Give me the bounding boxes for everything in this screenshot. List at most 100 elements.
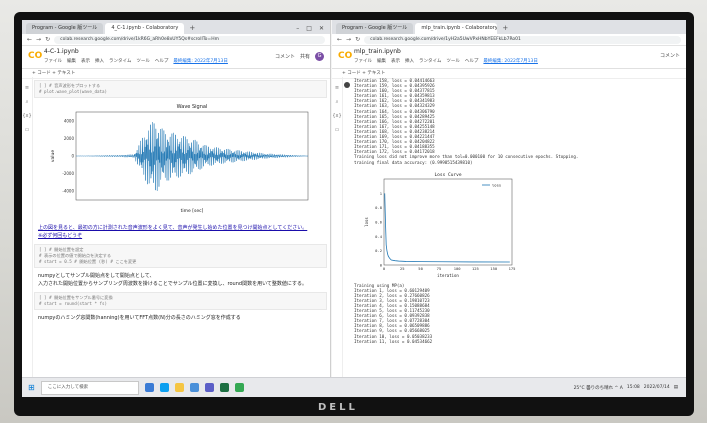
monitor-screen: Program - Google 版ツール 4_C-1.ipynb - Cola… <box>22 20 686 397</box>
menu-insert[interactable]: 挿入 <box>95 58 104 64</box>
last-edited-link[interactable]: 最終編集: 2022年7月13日 <box>173 58 228 64</box>
x-tick-label: 0 <box>383 266 386 271</box>
chrome-icon[interactable] <box>234 383 244 392</box>
code-cell[interactable]: [ ] # 音声波形をプロットする # plot.wave_plot(wave_… <box>34 80 327 98</box>
avatar[interactable]: G <box>315 52 324 61</box>
toc-icon[interactable]: ≡ <box>332 85 342 91</box>
comment-button[interactable]: コメント <box>660 52 680 59</box>
menu-help[interactable]: ヘルプ <box>155 58 169 64</box>
log-top: Iteration 158, loss = 0.04414663 Iteratio… <box>354 78 683 165</box>
clock-date[interactable]: 2022/07/14 <box>644 385 670 390</box>
x-tick-label: 150 <box>490 266 498 271</box>
menu-help[interactable]: ヘルプ <box>465 58 479 64</box>
left-tab-2[interactable]: 4_C-1.ipynb - Colaboratory <box>105 23 185 34</box>
y-tick-label: 0 <box>71 154 74 159</box>
left-tab-strip: Program - Google 版ツール 4_C-1.ipynb - Cola… <box>22 20 330 34</box>
share-button[interactable]: 共有 <box>300 53 310 60</box>
reload-icon[interactable]: ↻ <box>355 36 360 43</box>
menu-file[interactable]: ファイル <box>44 58 62 64</box>
left-tab-1[interactable]: Program - Google 版ツール <box>26 23 104 34</box>
y-tick-label: 4000 <box>64 118 75 123</box>
y-tick-label: 1 <box>380 190 383 195</box>
menu-tools[interactable]: ツール <box>446 58 460 64</box>
menu-runtime[interactable]: ランタイム <box>109 58 131 64</box>
notebook-title[interactable]: 4-C-1.ipynb <box>44 48 79 55</box>
toc-icon[interactable]: ≡ <box>22 85 32 91</box>
comment-button[interactable]: コメント <box>275 53 295 60</box>
x-tick-label: 75 <box>437 266 442 271</box>
menu-file[interactable]: ファイル <box>354 58 372 64</box>
right-tab-2[interactable]: mlp_train.ipynb - Colaboratory <box>415 23 498 34</box>
left-sidebar: ≡ ⌕ {x} ▭ <box>22 77 33 377</box>
reload-icon[interactable]: ↻ <box>45 36 50 43</box>
menu-edit[interactable]: 編集 <box>67 58 76 64</box>
excel-icon[interactable] <box>219 383 229 392</box>
left-address-input[interactable]: colab.research.google.com/drive/1kR6G_aR… <box>54 35 325 44</box>
tray-status[interactable]: 25°C 曇りのち晴れ ^ A <box>574 385 623 391</box>
minimize-icon[interactable]: – <box>296 23 299 34</box>
files-icon[interactable]: ▭ <box>332 127 342 133</box>
variables-icon[interactable]: {x} <box>332 113 342 119</box>
loss-curve-svg: Loss Curveiterationloss00.20.40.60.810 25… <box>364 172 516 278</box>
menu-edit[interactable]: 編集 <box>377 58 386 64</box>
x-tick-label: 175 <box>509 266 516 271</box>
windows-start-icon[interactable]: ⊞ <box>28 383 35 392</box>
notebook-title[interactable]: mlp_train.ipynb <box>354 48 401 55</box>
search-icon[interactable]: ⌕ <box>332 99 342 105</box>
variables-icon[interactable]: {x} <box>22 113 32 119</box>
legend-label: loss <box>492 182 501 187</box>
forward-icon[interactable]: → <box>36 36 41 43</box>
right-browser-window: Program - Google 版ツール mlp_train.ipynb - … <box>332 20 686 377</box>
new-tab-icon[interactable]: + <box>186 23 198 34</box>
clock-time[interactable]: 15:08 <box>627 385 640 390</box>
markdown-cell: 上の図を見ると、最初の方に計測された音声波形をよく見て、音声が発生し始めた位置を… <box>38 225 308 239</box>
search-icon[interactable]: ⌕ <box>22 99 32 105</box>
taskbar-search-input[interactable]: ここに入力して検索 <box>40 380 139 395</box>
files-icon[interactable]: ▭ <box>22 127 32 133</box>
y-tick-label: -4000 <box>62 189 74 194</box>
y-tick-label: 0.2 <box>375 248 382 253</box>
y-tick-label: 0.8 <box>375 205 383 210</box>
edge-icon[interactable] <box>159 383 169 392</box>
run-cell-icon[interactable] <box>344 82 350 88</box>
right-header-actions: コメント <box>660 52 680 59</box>
close-icon[interactable]: ✕ <box>319 23 324 34</box>
notification-icon[interactable]: ▤ <box>674 385 678 390</box>
y-tick-label: 0.6 <box>375 219 383 224</box>
plot-frame <box>383 178 513 265</box>
teams-icon[interactable] <box>204 383 214 392</box>
right-tab-strip: Program - Google 版ツール mlp_train.ipynb - … <box>332 20 686 34</box>
x-tick-label: 125 <box>472 266 479 271</box>
system-tray: 25°C 曇りのち晴れ ^ A 15:08 2022/07/14 ▤ <box>574 385 686 391</box>
code-cell[interactable]: [ ] # 開始位置をサンプル番号に変換 # start = round(sta… <box>34 292 327 310</box>
y-tick-label: 2000 <box>64 136 75 141</box>
right-url-bar: ← → ↻ colab.research.google.com/drive/1y… <box>332 34 686 46</box>
menu-view[interactable]: 表示 <box>81 58 90 64</box>
window-controls: – □ ✕ <box>296 23 330 34</box>
x-tick-label: 25 <box>400 266 405 271</box>
y-axis-label: loss <box>364 216 369 226</box>
right-address-input[interactable]: colab.research.google.com/drive/1yH2a5Uw… <box>364 35 681 44</box>
code-cell[interactable]: [ ] # 開始位置を設定 # 表示の位置の値で開始点を決定する # start… <box>34 244 327 268</box>
menu-insert[interactable]: 挿入 <box>405 58 414 64</box>
back-icon[interactable]: ← <box>337 36 342 43</box>
last-edited-link[interactable]: 最終編集: 2022年7月13日 <box>483 58 538 64</box>
left-header-actions: コメント 共有 G <box>275 52 324 61</box>
markdown-cell: numpyのハミング窓関数(hanning)を用いてFFT点数(N)分の長さのハ… <box>38 315 241 321</box>
loss-curve-plot: Loss Curve iteration loss 0 0.2 0.4 0.6 0.8 1 0 25… <box>362 168 522 281</box>
task-view-icon[interactable] <box>144 383 154 392</box>
new-tab-icon[interactable]: + <box>499 23 511 34</box>
store-icon[interactable] <box>189 383 199 392</box>
right-colab-header: CO mlp_train.ipynb ファイル 編集 表示 挿入 ランタイム ツ… <box>332 46 686 69</box>
back-icon[interactable]: ← <box>27 36 32 43</box>
forward-icon[interactable]: → <box>346 36 351 43</box>
x-tick-label: 50 <box>418 266 423 271</box>
colab-logo-icon: CO <box>338 51 353 61</box>
colab-logo-icon: CO <box>28 51 43 61</box>
menu-runtime[interactable]: ランタイム <box>419 58 441 64</box>
right-tab-1[interactable]: Program - Google 版ツール <box>336 23 414 34</box>
menu-view[interactable]: 表示 <box>391 58 400 64</box>
file-explorer-icon[interactable] <box>174 383 184 392</box>
maximize-icon[interactable]: □ <box>306 23 312 34</box>
menu-tools[interactable]: ツール <box>136 58 150 64</box>
